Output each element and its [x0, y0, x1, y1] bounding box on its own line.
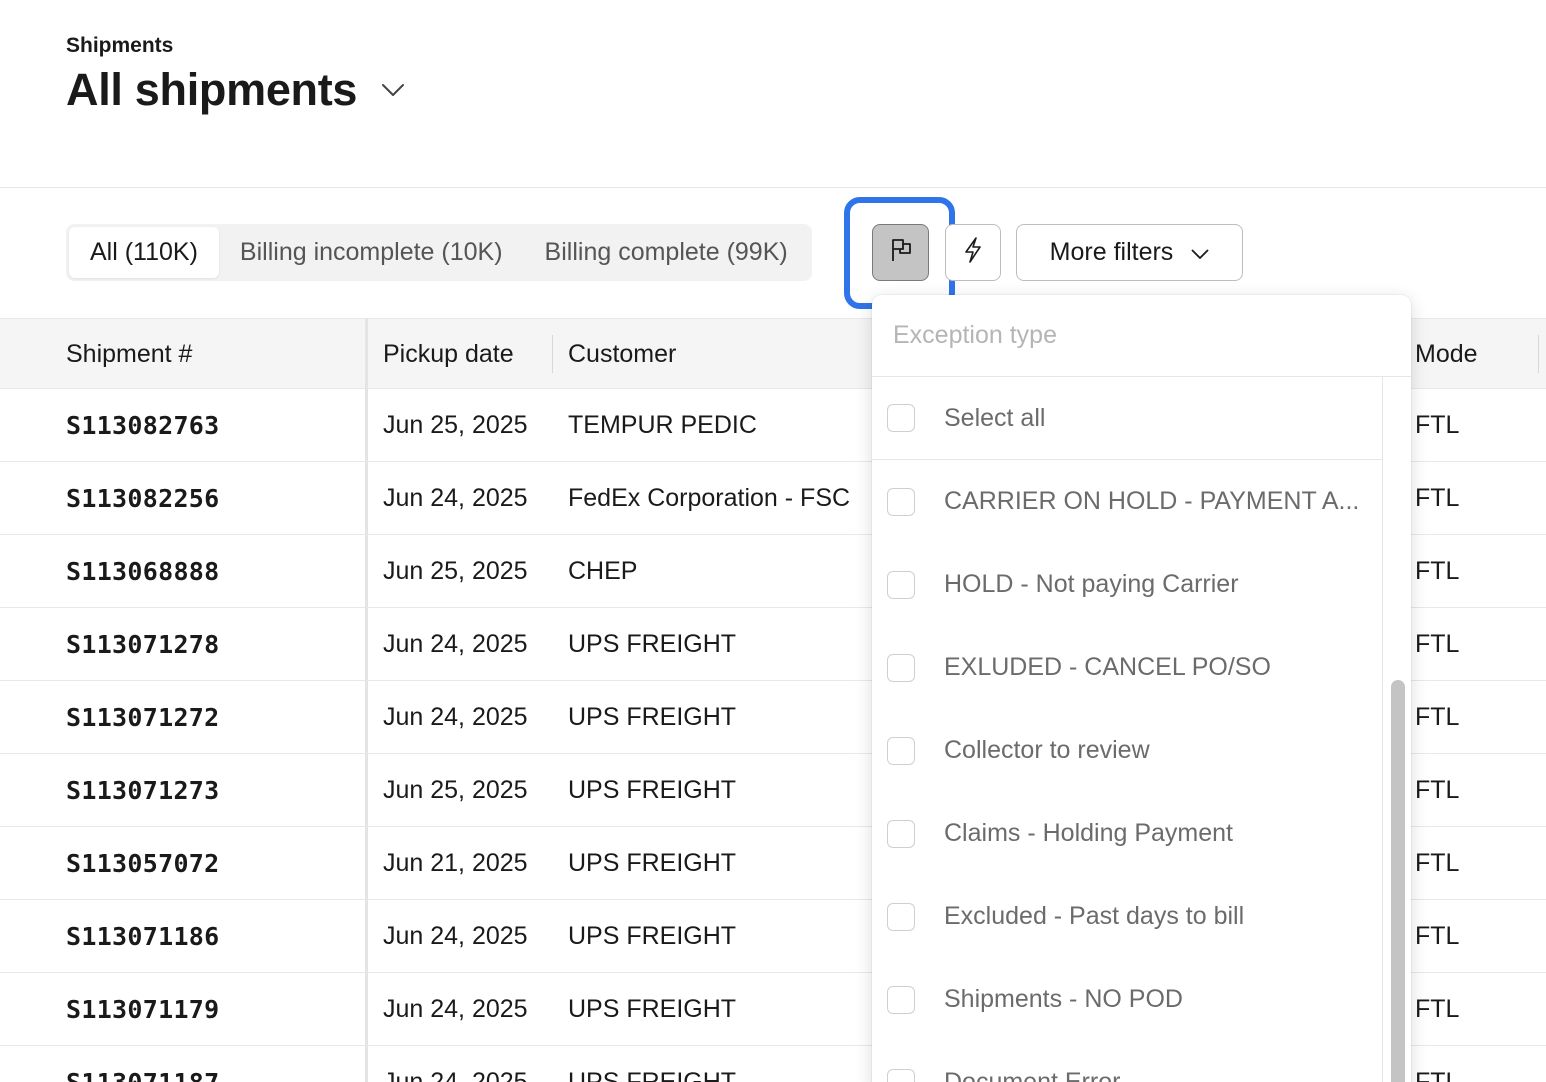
column-header-mode[interactable]: Mode [1415, 319, 1478, 390]
option-label: Shipments - NO POD [944, 985, 1183, 1013]
customer-name: UPS FREIGHT [568, 995, 737, 1023]
mode: FTL [1415, 411, 1460, 439]
option-label: HOLD - Not paying Carrier [944, 570, 1239, 598]
chevron-down-icon [1191, 238, 1209, 267]
exception-option[interactable]: Shipments - NO POD [872, 958, 1382, 1041]
more-filters-button[interactable]: More filters [1016, 224, 1243, 281]
shipment-id[interactable]: S113071278 [66, 608, 220, 681]
more-filters-label: More filters [1049, 238, 1174, 266]
mode: FTL [1415, 849, 1460, 877]
column-resize-handle[interactable] [552, 335, 553, 373]
exception-type-search [872, 295, 1411, 377]
mode: FTL [1415, 995, 1460, 1023]
header-divider [0, 187, 1546, 188]
exception-type-dropdown: Select all CARRIER ON HOLD - PAYMENT A..… [872, 295, 1411, 1082]
checkbox[interactable] [887, 985, 915, 1014]
customer-name: CHEP [568, 557, 638, 585]
scrollbar-track [1382, 377, 1383, 1082]
pickup-date: Jun 25, 2025 [383, 776, 528, 804]
checkbox[interactable] [887, 1068, 915, 1082]
checkbox[interactable] [887, 819, 915, 848]
customer-name: UPS FREIGHT [568, 849, 737, 877]
checkbox[interactable] [887, 404, 915, 432]
option-label: Claims - Holding Payment [944, 819, 1233, 847]
option-label: Select all [944, 403, 1046, 432]
column-header-pickup-date[interactable]: Pickup date [383, 319, 514, 390]
checkbox[interactable] [887, 653, 915, 682]
lightning-icon [961, 236, 985, 269]
billing-status-tabs: All (110K) Billing incomplete (10K) Bill… [66, 224, 812, 281]
flag-icon [888, 237, 914, 268]
exception-option[interactable]: Document Error [872, 1041, 1382, 1082]
pickup-date: Jun 24, 2025 [383, 484, 528, 512]
column-header-shipment[interactable]: Shipment # [66, 319, 192, 390]
checkbox[interactable] [887, 487, 915, 516]
shipment-id[interactable]: S113071273 [66, 754, 220, 827]
page-title: All shipments [66, 64, 358, 115]
option-label: Collector to review [944, 736, 1150, 764]
checkbox[interactable] [887, 736, 915, 765]
mode: FTL [1415, 630, 1460, 658]
pickup-date: Jun 24, 2025 [383, 1068, 528, 1082]
checkbox[interactable] [887, 902, 915, 931]
shipment-id[interactable]: S113057072 [66, 827, 220, 900]
tab-billing-incomplete[interactable]: Billing incomplete (10K) [219, 227, 524, 278]
scrollbar-thumb[interactable] [1391, 680, 1405, 1082]
pickup-date: Jun 24, 2025 [383, 630, 528, 658]
customer-name: FedEx Corporation - FSC [568, 484, 851, 512]
pickup-date: Jun 24, 2025 [383, 922, 528, 950]
pickup-date: Jun 25, 2025 [383, 557, 528, 585]
tab-billing-complete[interactable]: Billing complete (99K) [524, 227, 809, 278]
shipment-id[interactable]: S113071179 [66, 973, 220, 1046]
pickup-date: Jun 21, 2025 [383, 849, 528, 877]
select-all-option[interactable]: Select all [872, 377, 1382, 460]
option-label: Document Error [944, 1068, 1121, 1082]
customer-name: UPS FREIGHT [568, 922, 737, 950]
exception-option[interactable]: Excluded - Past days to bill [872, 875, 1382, 958]
chevron-down-icon[interactable] [379, 76, 407, 104]
customer-name: TEMPUR PEDIC [568, 411, 757, 439]
option-label: CARRIER ON HOLD - PAYMENT A... [944, 487, 1360, 515]
shipment-id[interactable]: S113071187 [66, 1046, 220, 1082]
option-label: EXLUDED - CANCEL PO/SO [944, 653, 1271, 681]
mode: FTL [1415, 1068, 1460, 1082]
customer-name: UPS FREIGHT [568, 776, 737, 804]
option-label: Excluded - Past days to bill [944, 902, 1245, 930]
shipment-id[interactable]: S113082763 [66, 389, 220, 462]
exception-option[interactable]: Claims - Holding Payment [872, 792, 1382, 875]
pickup-date: Jun 24, 2025 [383, 703, 528, 731]
shipment-id[interactable]: S113071272 [66, 681, 220, 754]
customer-name: UPS FREIGHT [568, 630, 737, 658]
automation-filter-button[interactable] [945, 224, 1001, 281]
mode: FTL [1415, 776, 1460, 804]
exception-option[interactable]: Collector to review [872, 709, 1382, 792]
tab-all[interactable]: All (110K) [69, 227, 219, 278]
pickup-date: Jun 24, 2025 [383, 995, 528, 1023]
mode: FTL [1415, 703, 1460, 731]
shipment-id[interactable]: S113082256 [66, 462, 220, 535]
exception-option[interactable]: EXLUDED - CANCEL PO/SO [872, 626, 1382, 709]
column-header-customer[interactable]: Customer [568, 319, 676, 390]
customer-name: UPS FREIGHT [568, 1068, 737, 1082]
exception-type-search-input[interactable] [893, 321, 1373, 350]
exception-filter-button[interactable] [872, 224, 929, 281]
exception-option[interactable]: CARRIER ON HOLD - PAYMENT A... [872, 460, 1382, 543]
mode: FTL [1415, 557, 1460, 585]
customer-name: UPS FREIGHT [568, 703, 737, 731]
mode: FTL [1415, 484, 1460, 512]
mode: FTL [1415, 922, 1460, 950]
pickup-date: Jun 25, 2025 [383, 411, 528, 439]
checkbox[interactable] [887, 570, 915, 599]
page-title-row: All shipments [66, 64, 407, 116]
exception-type-list: Select all CARRIER ON HOLD - PAYMENT A..… [872, 377, 1382, 1082]
shipment-id[interactable]: S113068888 [66, 535, 220, 608]
column-resize-handle[interactable] [1538, 335, 1539, 373]
shipment-id[interactable]: S113071186 [66, 900, 220, 973]
breadcrumb[interactable]: Shipments [66, 34, 173, 58]
exception-option[interactable]: HOLD - Not paying Carrier [872, 543, 1382, 626]
